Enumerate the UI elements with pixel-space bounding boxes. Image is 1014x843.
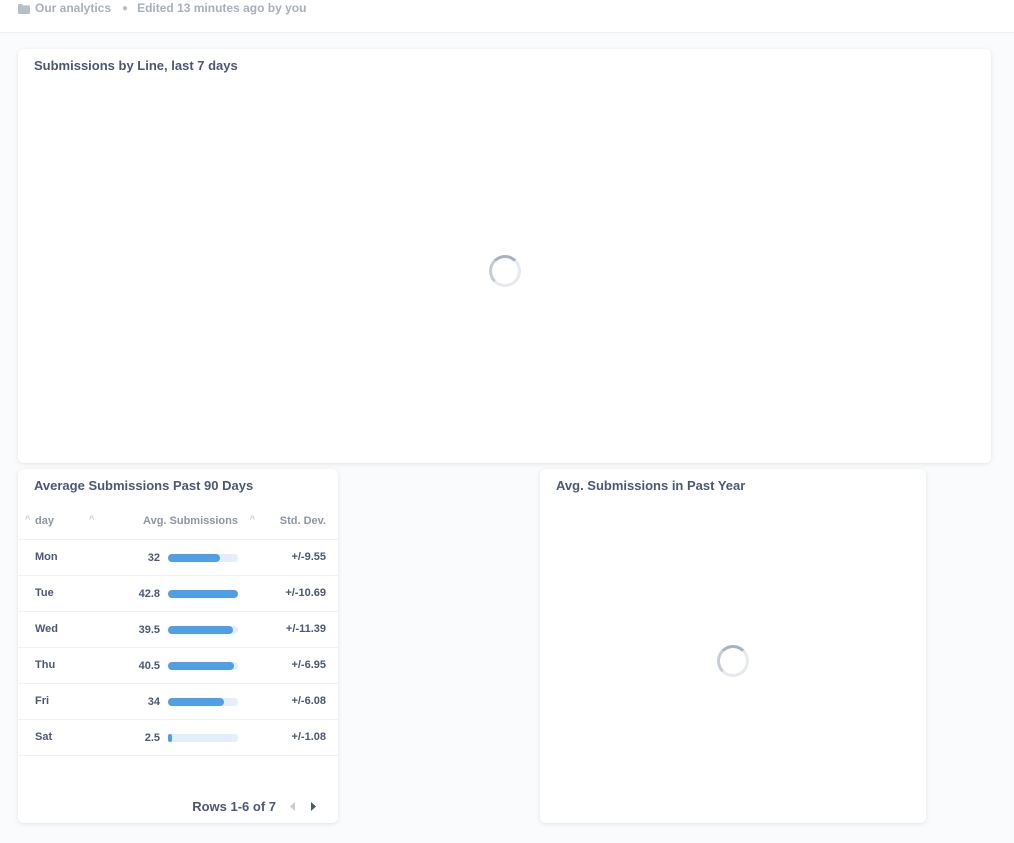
column-header-std[interactable]: Std. Dev. <box>238 504 338 540</box>
sort-up-icon: ^ <box>25 514 31 524</box>
cell-avg: 2.5 <box>98 719 238 756</box>
column-header-day[interactable]: ^ day ^ <box>18 504 98 540</box>
avg-value: 40.5 <box>138 659 160 672</box>
year-chart-card[interactable]: Avg. Submissions in Past Year <box>540 469 926 823</box>
cell-day: Wed <box>18 611 98 648</box>
separator-dot: ● <box>122 2 129 14</box>
table-row[interactable]: Thu 40.5 +/-6.95 <box>18 647 338 684</box>
cell-avg: 39.5 <box>98 611 238 648</box>
cell-std: +/-6.95 <box>238 647 338 684</box>
avg-value: 34 <box>147 695 160 708</box>
pagination-label: Rows 1-6 of 7 <box>192 798 276 814</box>
avg-bar-fill <box>168 553 221 562</box>
pagination: Rows 1-6 of 7 <box>192 797 322 815</box>
table-row[interactable]: Fri 34 +/-6.08 <box>18 683 338 720</box>
cell-day: Sat <box>18 719 98 756</box>
line-chart-card[interactable]: Submissions by Line, last 7 days <box>18 49 991 463</box>
cell-std: +/-6.08 <box>238 683 338 720</box>
cell-day: Thu <box>18 647 98 684</box>
table-card: Average Submissions Past 90 Days ^ day ^… <box>18 469 338 823</box>
table-row[interactable]: Sat 2.5 +/-1.08 <box>18 719 338 756</box>
next-page-icon[interactable] <box>304 797 322 815</box>
table-row[interactable]: Wed 39.5 +/-11.39 <box>18 611 338 648</box>
avg-bar-track <box>168 589 238 598</box>
avg-bar-fill <box>168 733 173 742</box>
avg-bar-track <box>168 661 238 670</box>
cell-std: +/-11.39 <box>238 611 338 648</box>
cell-avg: 34 <box>98 683 238 720</box>
collection-link[interactable]: Our analytics <box>35 1 111 15</box>
avg-bar-fill <box>168 661 235 670</box>
avg-bar-fill <box>168 589 238 598</box>
breadcrumb: Our analytics ● Edited 13 minutes ago by… <box>18 1 306 15</box>
cell-day: Mon <box>18 539 98 576</box>
avg-bar-fill <box>168 697 224 706</box>
cell-std: +/-1.08 <box>238 719 338 756</box>
cell-std: +/-10.69 <box>238 575 338 612</box>
data-table: ^ day ^ Avg. Submissions ^ Std. Dev. Mon… <box>18 504 338 756</box>
avg-value: 32 <box>147 551 160 564</box>
loading-spinner-icon <box>489 255 521 287</box>
table-row[interactable]: Tue 42.8 +/-10.69 <box>18 575 338 612</box>
avg-value: 39.5 <box>138 623 160 636</box>
avg-bar-fill <box>168 625 233 634</box>
avg-value: 42.8 <box>138 587 160 600</box>
top-bar: Our analytics ● Edited 13 minutes ago by… <box>0 0 1014 33</box>
previous-page-icon[interactable] <box>284 797 302 815</box>
folder-icon <box>18 3 30 14</box>
avg-value: 2.5 <box>144 731 160 744</box>
column-header-avg[interactable]: Avg. Submissions ^ <box>98 504 255 540</box>
table-header-row: ^ day ^ Avg. Submissions ^ Std. Dev. <box>18 504 338 540</box>
sort-up-icon: ^ <box>89 514 95 524</box>
card-title[interactable]: Avg. Submissions in Past Year <box>556 478 745 493</box>
avg-bar-track <box>168 553 238 562</box>
last-edited-text[interactable]: Edited 13 minutes ago by you <box>137 1 306 15</box>
cell-avg: 32 <box>98 539 238 576</box>
avg-bar-track <box>168 625 238 634</box>
cell-avg: 40.5 <box>98 647 238 684</box>
card-title[interactable]: Submissions by Line, last 7 days <box>34 58 238 73</box>
avg-bar-track <box>168 733 238 742</box>
avg-bar-track <box>168 697 238 706</box>
cell-day: Tue <box>18 575 98 612</box>
cell-avg: 42.8 <box>98 575 238 612</box>
loading-spinner-icon <box>717 645 749 677</box>
cell-day: Fri <box>18 683 98 720</box>
card-title[interactable]: Average Submissions Past 90 Days <box>34 478 253 493</box>
table-row[interactable]: Mon 32 +/-9.55 <box>18 539 338 576</box>
cell-std: +/-9.55 <box>238 539 338 576</box>
